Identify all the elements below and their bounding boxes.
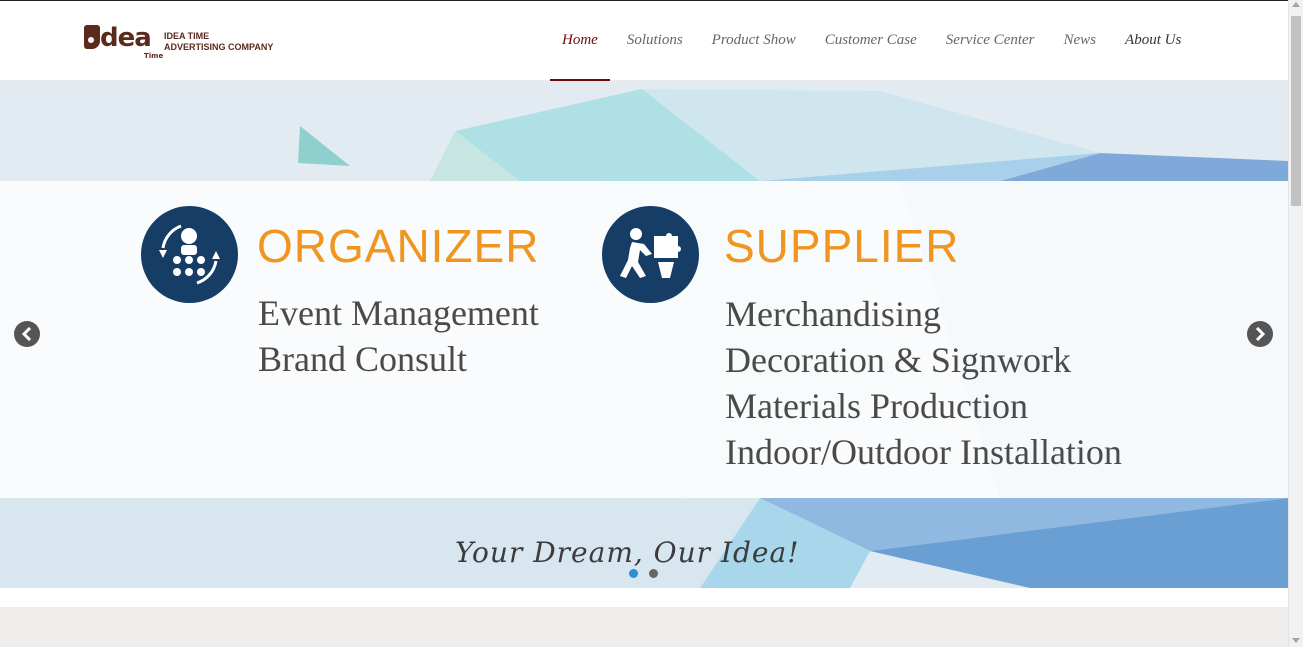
logo-key-icon — [84, 25, 100, 49]
scroll-down-arrow-icon[interactable] — [1292, 638, 1300, 643]
slider-prev-button[interactable] — [14, 321, 40, 347]
nav-product-show[interactable]: Product Show — [700, 1, 808, 81]
nav-customer-case[interactable]: Customer Case — [813, 1, 929, 81]
supplier-line: Materials Production — [725, 386, 1028, 426]
main-nav: Home Solutions Product Show Customer Cas… — [550, 1, 1198, 82]
hero-slider: ORGANIZER Event Management Brand Consult… — [0, 81, 1288, 588]
supplier-line: Merchandising — [725, 294, 941, 334]
team-cycle-icon — [141, 206, 238, 303]
nav-about-us[interactable]: About Us — [1113, 1, 1193, 81]
nav-service-center[interactable]: Service Center — [934, 1, 1047, 81]
supplier-line: Decoration & Signwork — [725, 340, 1071, 380]
slider-dot-2[interactable] — [649, 569, 658, 578]
nav-solutions[interactable]: Solutions — [615, 1, 695, 81]
supplier-line: Indoor/Outdoor Installation — [725, 432, 1122, 472]
scroll-thumb[interactable] — [1291, 16, 1301, 206]
organizer-heading: ORGANIZER — [257, 220, 540, 272]
scroll-up-arrow-icon[interactable] — [1292, 2, 1300, 7]
slide-tagline: Your Dream, Our Idea! — [455, 536, 800, 569]
organizer-line: Event Management — [258, 293, 539, 333]
slider-pagination — [629, 569, 658, 578]
nav-news[interactable]: News — [1052, 1, 1109, 81]
organizer-lines: Event Management Brand Consult — [258, 290, 539, 382]
logo-time-label: Time — [144, 52, 164, 60]
page-scrollbar[interactable] — [1288, 0, 1303, 647]
site-header: dea Time IDEA TIME ADVERTISING COMPANY H… — [0, 1, 1288, 82]
worker-puzzle-icon — [602, 206, 699, 303]
organizer-line: Brand Consult — [258, 339, 468, 379]
slider-next-button[interactable] — [1247, 321, 1273, 347]
nav-home[interactable]: Home — [550, 1, 610, 82]
chevron-left-icon — [21, 327, 32, 341]
logo-line-1: IDEA TIME — [164, 31, 210, 41]
supplier-lines: Merchandising Decoration & Signwork Mate… — [725, 291, 1122, 475]
chevron-right-icon — [1255, 327, 1266, 341]
company-logo[interactable]: dea Time IDEA TIME ADVERTISING COMPANY — [84, 21, 284, 61]
slider-dot-1[interactable] — [629, 569, 638, 578]
logo-company-name: IDEA TIME ADVERTISING COMPANY — [164, 31, 273, 53]
supplier-heading: SUPPLIER — [724, 220, 960, 272]
content-section — [0, 607, 1288, 647]
logo-line-2: ADVERTISING COMPANY — [164, 42, 274, 52]
logo-mark: dea — [84, 23, 152, 53]
